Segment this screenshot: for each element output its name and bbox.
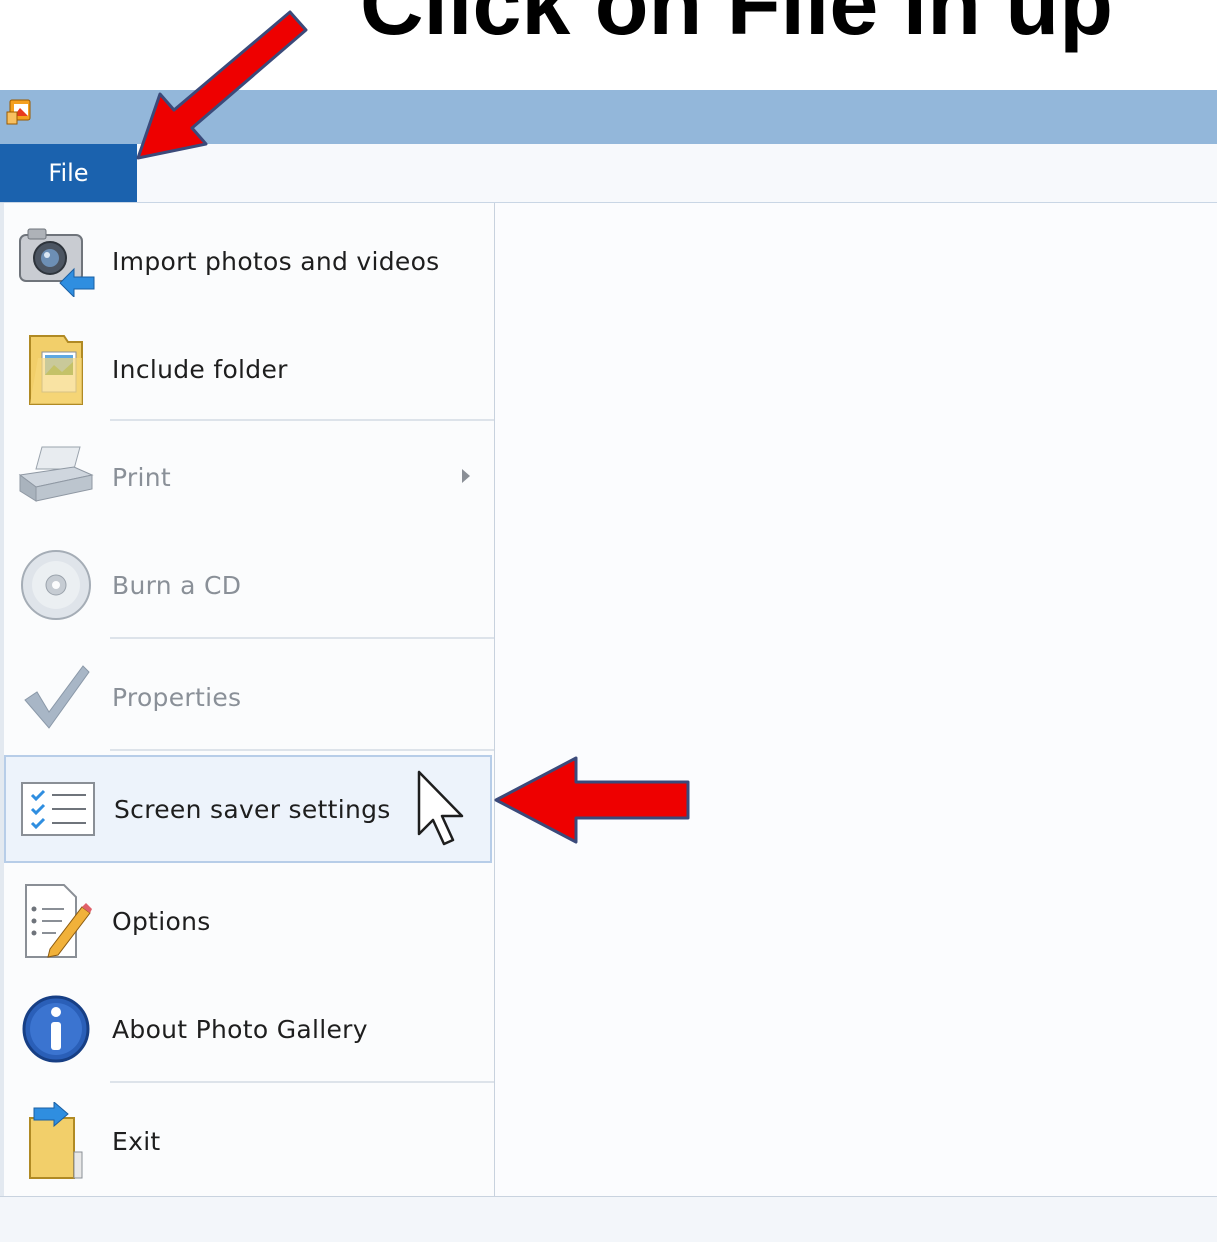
exit-door-icon bbox=[14, 1099, 98, 1183]
photo-gallery-icon[interactable] bbox=[6, 98, 34, 126]
menu-item-include-folder[interactable]: Include folder bbox=[4, 315, 492, 423]
menu-separator bbox=[110, 637, 494, 639]
options-pencil-icon bbox=[14, 879, 98, 963]
menu-separator bbox=[110, 749, 494, 751]
menu-item-label: Burn a CD bbox=[112, 570, 242, 600]
menu-item-properties[interactable]: Properties bbox=[4, 643, 492, 751]
menu-separator bbox=[110, 419, 494, 421]
file-menu-button[interactable]: File bbox=[0, 144, 137, 202]
menu-separator bbox=[110, 1081, 494, 1083]
menu-item-label: Exit bbox=[112, 1126, 161, 1156]
menu-item-burn-cd[interactable]: Burn a CD bbox=[4, 531, 492, 639]
camera-import-icon bbox=[14, 219, 98, 303]
instruction-headline: Click on File in up bbox=[360, 0, 1113, 53]
info-icon bbox=[14, 987, 98, 1071]
menu-item-import-photos[interactable]: Import photos and videos bbox=[4, 207, 492, 315]
menu-item-exit[interactable]: Exit bbox=[4, 1087, 492, 1195]
printer-icon bbox=[14, 435, 98, 519]
menu-item-options[interactable]: Options bbox=[4, 867, 492, 975]
cd-icon bbox=[14, 543, 98, 627]
menu-item-label: Properties bbox=[112, 682, 242, 712]
menu-item-label: Include folder bbox=[112, 354, 288, 384]
menu-item-print[interactable]: Print bbox=[4, 423, 492, 531]
menu-item-label: About Photo Gallery bbox=[112, 1014, 368, 1044]
file-menu-dropdown: Import photos and videos Include folder … bbox=[0, 203, 495, 1196]
checklist-icon bbox=[16, 767, 100, 851]
gallery-content-area bbox=[495, 203, 1217, 1196]
folder-photos-icon bbox=[14, 327, 98, 411]
submenu-arrow-icon bbox=[462, 469, 470, 483]
menu-item-label: Import photos and videos bbox=[112, 246, 440, 276]
menu-item-about-photo-gallery[interactable]: About Photo Gallery bbox=[4, 975, 492, 1083]
menu-item-label: Screen saver settings bbox=[114, 794, 391, 824]
menu-item-label: Options bbox=[112, 906, 211, 936]
mouse-pointer-icon bbox=[417, 770, 464, 846]
annotation-arrow-to-screen-saver bbox=[494, 756, 690, 844]
checkmark-icon bbox=[14, 655, 98, 739]
status-bar bbox=[0, 1196, 1217, 1242]
menu-item-label: Print bbox=[112, 462, 172, 492]
annotation-arrow-to-file bbox=[136, 10, 308, 160]
